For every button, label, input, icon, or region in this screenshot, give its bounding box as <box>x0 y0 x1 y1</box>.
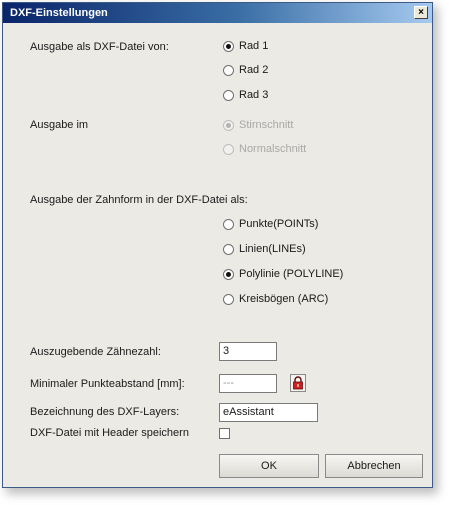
output-file-label: Ausgabe als DXF-Datei von: <box>30 41 169 53</box>
radio-points[interactable]: Punkte(POINTs) <box>223 218 318 230</box>
radio-indicator <box>223 40 234 52</box>
radio-stirnschnitt[interactable]: Stirnschnitt <box>223 119 293 131</box>
close-icon: × <box>418 7 424 18</box>
header-checkbox[interactable] <box>219 428 230 439</box>
close-button[interactable]: × <box>414 6 428 19</box>
radio-polyline[interactable]: Polylinie (POLYLINE) <box>223 268 343 280</box>
radio-indicator <box>223 268 234 280</box>
dxf-settings-dialog: DXF-Einstellungen × Ausgabe als DXF-Date… <box>2 2 433 488</box>
radio-indicator <box>223 89 234 101</box>
radio-label: Rad 1 <box>239 40 269 52</box>
radio-label: Normalschnitt <box>239 143 307 155</box>
radio-label: Kreisbögen (ARC) <box>239 293 329 305</box>
radio-label: Rad 3 <box>239 89 269 101</box>
radio-indicator <box>223 143 234 155</box>
min-distance-label: Minimaler Punkteabstand [mm]: <box>30 378 185 390</box>
lock-icon[interactable] <box>290 374 306 392</box>
radio-arc[interactable]: Kreisbögen (ARC) <box>223 293 328 305</box>
dialog-content: Ausgabe als DXF-Datei von: Rad 1 Rad 2 R… <box>3 23 432 487</box>
layer-input[interactable]: eAssistant <box>219 403 318 422</box>
radio-label: Polylinie (POLYLINE) <box>239 268 344 280</box>
radio-indicator <box>223 119 234 131</box>
ok-button[interactable]: OK <box>219 454 319 478</box>
header-label: DXF-Datei mit Header speichern <box>30 427 189 439</box>
teeth-input[interactable]: 3 <box>219 342 277 361</box>
radio-label: Stirnschnitt <box>239 119 294 131</box>
radio-label: Rad 2 <box>239 64 269 76</box>
radio-rad-3[interactable]: Rad 3 <box>223 89 268 101</box>
radio-rad-2[interactable]: Rad 2 <box>223 64 268 76</box>
title-bar: DXF-Einstellungen × <box>3 3 432 23</box>
radio-lines[interactable]: Linien(LINEs) <box>223 243 306 255</box>
min-distance-input[interactable]: --- <box>219 374 277 393</box>
radio-label: Punkte(POINTs) <box>239 218 319 230</box>
radio-label: Linien(LINEs) <box>239 243 306 255</box>
radio-indicator <box>223 64 234 76</box>
window-title: DXF-Einstellungen <box>10 7 108 19</box>
output-in-label: Ausgabe im <box>30 119 89 131</box>
cancel-button[interactable]: Abbrechen <box>325 454 423 478</box>
radio-rad-1[interactable]: Rad 1 <box>223 40 268 52</box>
shape-label: Ausgabe der Zahnform in der DXF-Datei al… <box>30 194 248 206</box>
layer-label: Bezeichnung des DXF-Layers: <box>30 406 180 418</box>
radio-indicator <box>223 243 234 255</box>
teeth-label: Auszugebende Zähnezahl: <box>30 346 161 358</box>
radio-normalschnitt[interactable]: Normalschnitt <box>223 143 306 155</box>
radio-indicator <box>223 218 234 230</box>
radio-indicator <box>223 293 234 305</box>
